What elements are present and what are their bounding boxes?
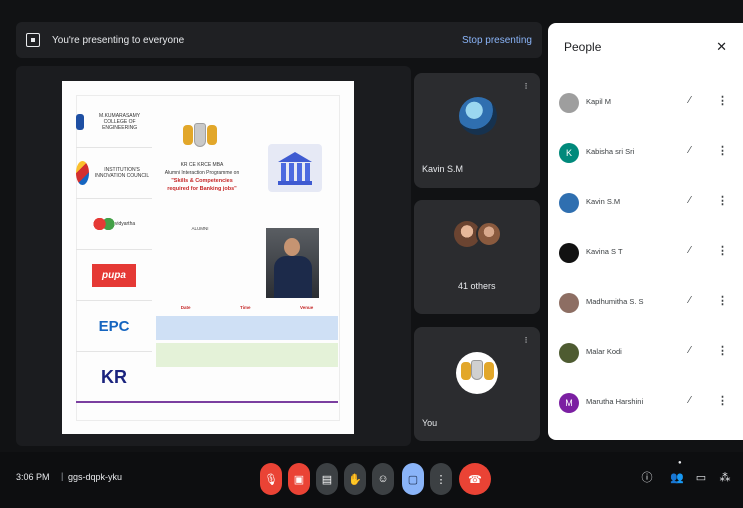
more-vert-icon[interactable]: ⋮ [717, 94, 728, 107]
mkce-logo: M.KUMARASAMY COLLEGE OF ENGINEERING [76, 97, 152, 148]
more-options-button[interactable]: ⋮ [430, 463, 452, 495]
reactions-button[interactable]: ☺ [372, 463, 394, 495]
participant-name: Kapil M [586, 97, 612, 106]
raise-hand-button[interactable]: ✋ [344, 463, 366, 495]
avatar [459, 97, 497, 135]
participant-name: Kabisha sri Sri [586, 147, 635, 156]
present-screen-icon [26, 33, 40, 47]
participant-tile-kavin[interactable]: ⁝ Kavin S.M [414, 73, 540, 188]
mic-off-icon[interactable]: ⁄ [689, 95, 691, 106]
slide-footer-line [76, 401, 338, 403]
more-vert-icon[interactable]: ⋮ [717, 144, 728, 157]
list-item[interactable]: K Kabisha sri Sri ⁄ ⋮ [548, 131, 743, 181]
list-item[interactable]: Kapil M ⁄ ⋮ [548, 81, 743, 131]
meeting-code: ggs-dqpk-yku [68, 472, 123, 482]
bank-building-icon [268, 144, 322, 192]
vidyartha-logo: vidyartha [76, 199, 152, 250]
captions-button[interactable]: ▤ [316, 463, 338, 495]
participant-name: Malar Kodi [586, 347, 622, 356]
epc-logo: EPC [76, 301, 152, 352]
bottom-toolbar: 3:06 PM | ggs-dqpk-yku 🎙 ▣ ▤ ✋ ☺ ▢ ⋮ ☎ ⓘ… [0, 452, 743, 508]
muted-mic-icon: ⁝ [524, 335, 528, 345]
emoji-icon: ☺ [377, 473, 389, 485]
chat-icon[interactable]: ▭ [694, 471, 708, 485]
more-vert-icon: ⋮ [435, 473, 447, 486]
avatar: K [559, 143, 579, 163]
poster-meta: ALUMNI [191, 226, 209, 231]
mic-off-icon[interactable]: ⁄ [689, 195, 691, 206]
college-crest-icon [183, 121, 217, 149]
hand-icon: ✋ [348, 473, 362, 486]
avatar [559, 293, 579, 313]
more-vert-icon[interactable]: ⋮ [717, 394, 728, 407]
more-vert-icon[interactable]: ⋮ [717, 194, 728, 207]
slide-logo-column: M.KUMARASAMY COLLEGE OF ENGINEERING INST… [76, 97, 152, 403]
avatar [559, 193, 579, 213]
avatar [559, 243, 579, 263]
list-item[interactable]: Kavina S T ⁄ ⋮ [548, 231, 743, 281]
more-vert-icon[interactable]: ⋮ [717, 294, 728, 307]
muted-mic-icon: ⁝ [524, 81, 528, 91]
participant-count-badge: ● [678, 460, 682, 466]
mic-off-icon[interactable]: ⁄ [689, 345, 691, 356]
poster-title: KR CE KRCE MBA Alumni Interaction Progra… [164, 162, 240, 193]
participant-name: Marutha Harshini [586, 397, 644, 406]
kr-logo: KR [76, 352, 152, 403]
list-item[interactable]: Kavin S.M ⁄ ⋮ [548, 181, 743, 231]
camera-off-icon: ▣ [293, 473, 305, 486]
participant-name: Madhumitha S. S [586, 297, 644, 306]
more-vert-icon[interactable]: ⋮ [717, 344, 728, 357]
participant-tile-others[interactable]: 41 others [414, 200, 540, 314]
participant-tile-you[interactable]: ⁝ You [414, 327, 540, 441]
mic-off-icon[interactable]: ⁄ [689, 295, 691, 306]
mic-off-icon[interactable]: ⁄ [689, 395, 691, 406]
list-item[interactable]: MOHANRAJ B⁄⋮ [548, 431, 743, 440]
people-icon[interactable]: 👥 [670, 471, 684, 485]
presenting-banner: You're presenting to everyone Stop prese… [16, 22, 542, 58]
participant-name: Kavin S.M [586, 197, 621, 206]
tile-name: Kavin S.M [422, 164, 464, 174]
participant-name: Kavina S T [586, 247, 623, 256]
people-panel-title: People [564, 40, 602, 54]
more-vert-icon[interactable]: ⋮ [717, 244, 728, 257]
avatar [476, 221, 502, 247]
mic-off-icon[interactable]: ⁄ [689, 145, 691, 156]
avatar: M [559, 393, 579, 413]
presenting-message: You're presenting to everyone [52, 34, 185, 46]
meet-stage: You're presenting to everyone Stop prese… [0, 0, 743, 508]
present-icon: ▢ [407, 473, 419, 486]
avatar [456, 352, 498, 394]
mic-off-icon[interactable]: ⁄ [689, 245, 691, 256]
separator: | [61, 471, 64, 481]
captions-icon: ▤ [321, 473, 333, 486]
list-item[interactable]: Malar Kodi ⁄ ⋮ [548, 331, 743, 381]
stop-presenting-button[interactable]: Stop presenting [462, 35, 532, 46]
leave-call-button[interactable]: ☎ [459, 463, 491, 495]
participant-list: Kapil M ⁄ ⋮ K Kabisha sri Sri ⁄ ⋮ Kavin S.M ⁄ ⋮ Ka… [548, 81, 743, 440]
mic-off-button[interactable]: 🎙 [260, 463, 282, 495]
mic-off-icon: 🎙 [264, 473, 278, 486]
present-button[interactable]: ▢ [402, 463, 424, 495]
iic-logo: INSTITUTION'S INNOVATION COUNCIL [76, 148, 152, 199]
list-item[interactable]: Madhumitha S. S ⁄ ⋮ [548, 281, 743, 331]
tile-name: 41 others [458, 281, 496, 291]
tile-name: You [422, 418, 438, 428]
people-panel: People ✕ Kapil M ⁄ ⋮ K Kabisha sri Sri ⁄ ⋮ Kavi… [548, 23, 743, 440]
camera-off-button[interactable]: ▣ [288, 463, 310, 495]
pupa-logo: pupa [76, 250, 152, 301]
poster-schedule: Date Time Venue [156, 305, 338, 367]
speaker-photo [266, 228, 319, 298]
info-icon[interactable]: ⓘ [640, 471, 654, 485]
avatar [559, 343, 579, 363]
activities-icon[interactable]: ⁂ [718, 471, 732, 485]
phone-end-icon: ☎ [468, 473, 482, 486]
meeting-time: 3:06 PM [16, 472, 50, 482]
list-item[interactable]: M Marutha Harshini ⁄ ⋮ [548, 381, 743, 431]
close-icon[interactable]: ✕ [716, 39, 727, 55]
avatar [559, 93, 579, 113]
